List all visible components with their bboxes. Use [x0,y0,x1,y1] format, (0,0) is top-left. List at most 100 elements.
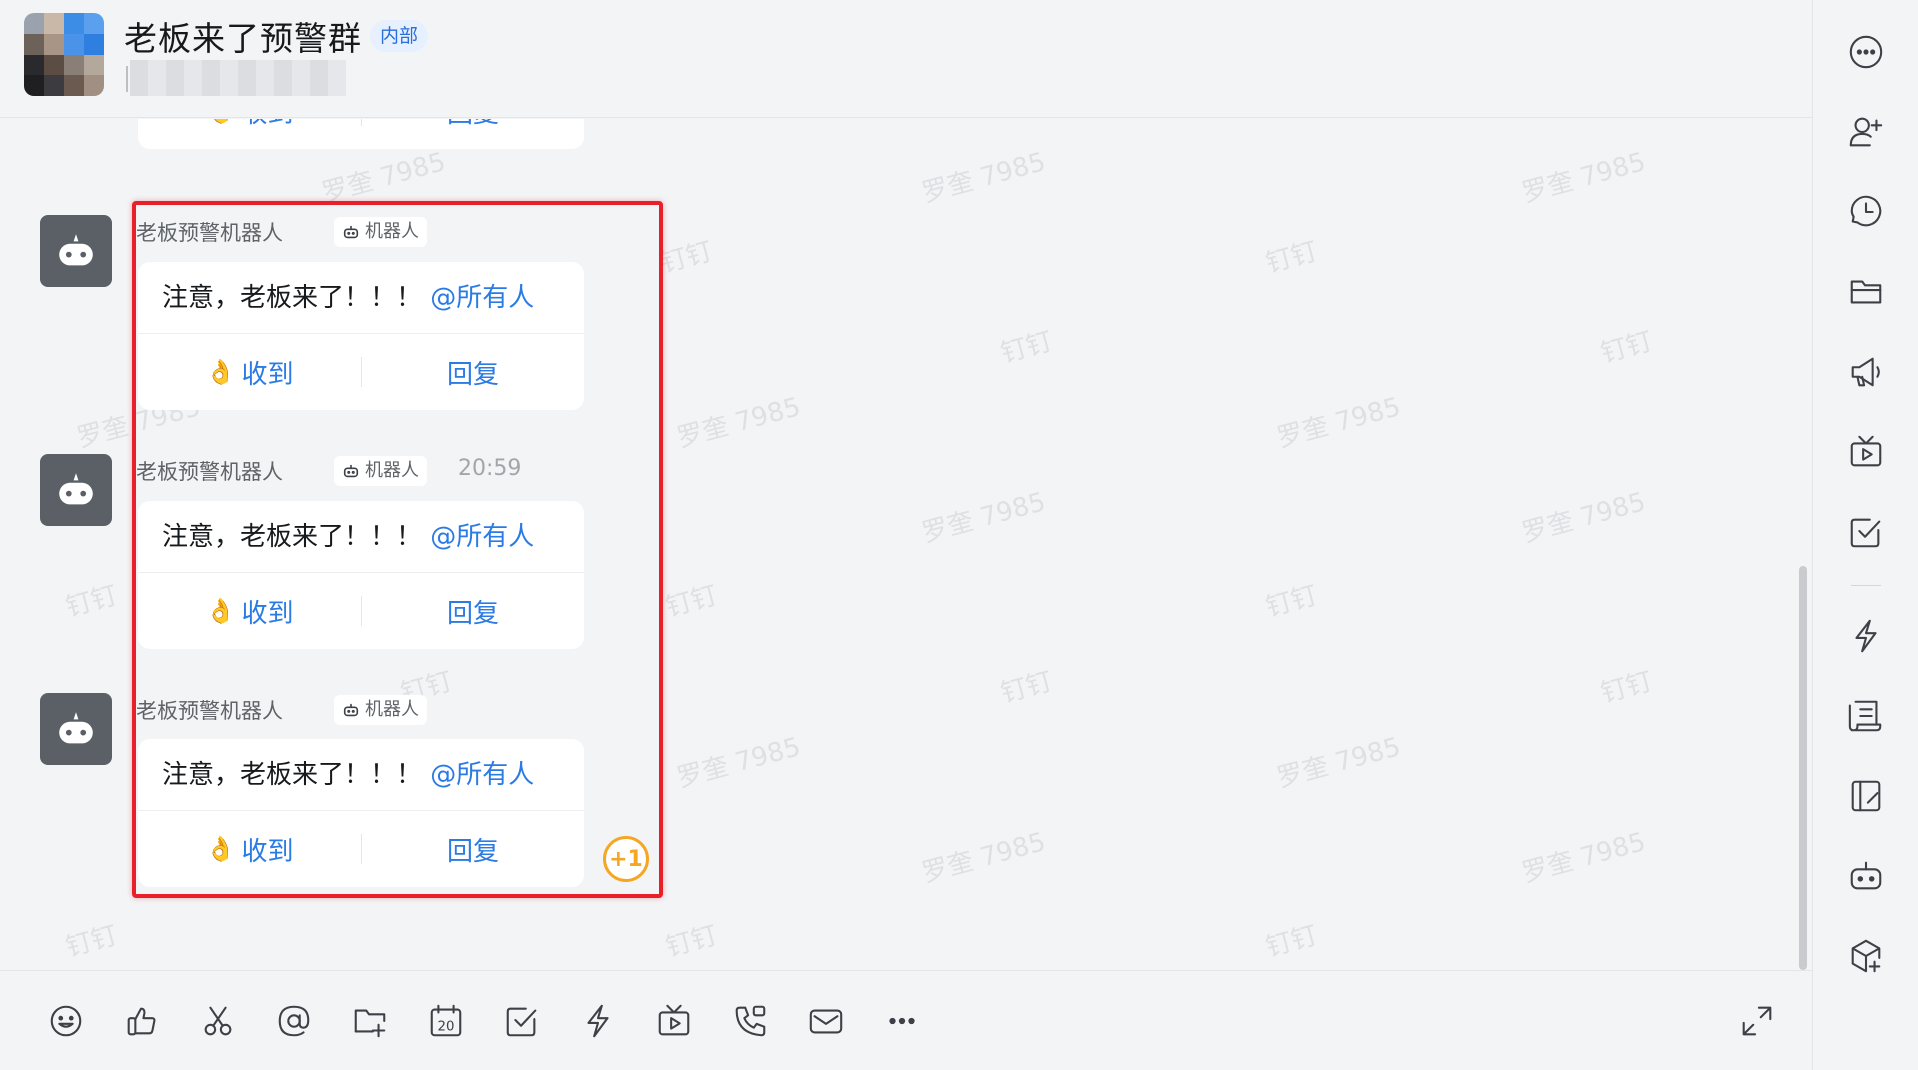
reply-label: 回复 [446,598,499,629]
watermark: 钉钉 [997,326,1056,370]
internal-badge: 内部 [370,20,429,52]
expand-icon[interactable] [1737,1001,1777,1041]
reply-label: 回复 [447,119,499,130]
plus-one-reaction[interactable]: +1 [603,836,649,882]
live-icon[interactable] [1846,432,1886,472]
reply-button[interactable]: 回复 [361,834,584,867]
watermark: 罗奎 7985 [673,392,804,454]
robot-small-icon [343,464,359,478]
watermark: 罗奎 7985 [918,487,1049,549]
ok-hand-icon: 👌 [206,119,236,125]
message-list[interactable]: 罗奎 7985 罗奎 7985 罗奎 7985 钉钉 钉钉 钉钉 钉钉 罗奎 7… [0,119,1812,969]
document-icon[interactable] [1846,696,1886,736]
receive-label: 收到 [241,836,294,867]
message-body: 注意，老板来了！！！ [162,522,423,552]
message-body: 注意，老板来了！！！ [162,760,423,790]
announcement-icon[interactable] [1846,352,1886,392]
add-member-icon[interactable] [1846,112,1886,152]
header-subtitle-blurred [130,60,346,96]
receive-label: 收到 [241,598,294,629]
at-icon[interactable] [274,1001,314,1041]
thumbs-up-icon[interactable] [122,1001,162,1041]
reply-button[interactable]: 回复 [361,596,584,629]
robot-tag: 机器人 [334,456,427,486]
watermark: 钉钉 [1597,666,1656,710]
emoji-icon[interactable] [46,1001,86,1041]
watermark: 钉钉 [62,580,121,624]
folder-add-icon[interactable] [350,1001,390,1041]
message-text: 注意，老板来了！！！ @所有人 [138,739,584,811]
robot-tag: 机器人 [334,217,427,247]
calendar-icon[interactable]: 20 [426,1001,466,1041]
scissors-icon[interactable] [198,1001,238,1041]
robot-tag-label: 机器人 [365,699,419,720]
robot-icon[interactable] [1846,856,1886,896]
ok-hand-icon: 👌 [205,597,236,625]
watermark: 钉钉 [1597,326,1656,370]
watermark: 钉钉 [62,920,121,964]
robot-face-icon [59,473,93,505]
receive-button[interactable]: 👌收到 [138,593,361,630]
sidebar-divider [1851,585,1881,586]
robot-avatar[interactable] [40,693,112,765]
app-cube-icon[interactable] [1846,936,1886,976]
more-icon[interactable] [882,1001,922,1041]
watermark: 钉钉 [1262,580,1321,624]
checkbox-icon[interactable] [502,1001,542,1041]
sender-name: 老板预警机器人 [136,699,283,723]
watermark: 钉钉 [1262,236,1321,280]
message-card: 注意，老板来了！！！ @所有人 👌 收到 回复 [138,501,584,649]
folder-icon[interactable] [1846,272,1886,312]
watermark: 罗奎 7985 [918,827,1049,889]
message-body: 注意，老板来了！！！ [162,283,423,313]
message-text: 注意，老板来了！！！ @所有人 [138,501,584,573]
mention-all[interactable]: @所有人 [430,283,534,313]
phone-icon[interactable] [730,1001,770,1041]
sender-name: 老板预警机器人 [136,221,283,245]
right-sidebar [1812,0,1918,1070]
reply-label: 回复 [446,836,499,867]
mention-all[interactable]: @所有人 [430,522,534,552]
group-title[interactable]: 老板来了预警群 [124,12,362,60]
message-card-partial: 👌 收到 回复 [138,119,584,149]
receive-button[interactable]: 👌收到 [138,831,361,868]
todo-icon[interactable] [1846,512,1886,552]
robot-face-icon [59,712,93,744]
watermark: 罗奎 7985 [673,732,804,794]
lightning-icon[interactable] [578,1001,618,1041]
more-options-icon[interactable] [1846,32,1886,72]
mail-icon[interactable] [806,1001,846,1041]
watermark: 罗奎 7985 [1518,147,1649,209]
robot-avatar[interactable] [40,215,112,287]
message-time: 20:59 [458,456,522,481]
ok-hand-icon: 👌 [205,835,236,863]
message-card: 注意，老板来了！！！ @所有人 👌 收到 回复 [138,262,584,410]
robot-small-icon [343,225,359,239]
header-sub-cursor [126,66,128,92]
message-text: 注意，老板来了！！！ @所有人 [138,262,584,334]
input-toolbar: 20 [0,970,1812,1070]
robot-tag-label: 机器人 [365,221,419,242]
robot-face-icon [59,234,93,266]
mention-all[interactable]: @所有人 [430,760,534,790]
watermark: 罗奎 7985 [1273,732,1404,794]
reply-button[interactable]: 回复 [361,119,584,129]
receive-button[interactable]: 👌收到 [138,354,361,391]
ok-hand-icon: 👌 [205,358,236,386]
reply-button[interactable]: 回复 [361,357,584,390]
robot-avatar[interactable] [40,454,112,526]
lightning-icon[interactable] [1846,616,1886,656]
svg-text:20: 20 [438,1020,455,1035]
receive-label: 收到 [241,359,294,390]
watermark: 钉钉 [1262,920,1321,964]
robot-tag: 机器人 [334,695,427,725]
receive-label: 收到 [241,119,293,130]
group-avatar[interactable] [24,13,104,96]
notes-icon[interactable] [1846,776,1886,816]
video-icon[interactable] [654,1001,694,1041]
watermark: 钉钉 [657,236,716,280]
receive-button[interactable]: 👌 收到 [138,119,361,130]
scrollbar[interactable] [1799,566,1807,970]
robot-tag-label: 机器人 [365,460,419,481]
history-icon[interactable] [1846,192,1886,232]
